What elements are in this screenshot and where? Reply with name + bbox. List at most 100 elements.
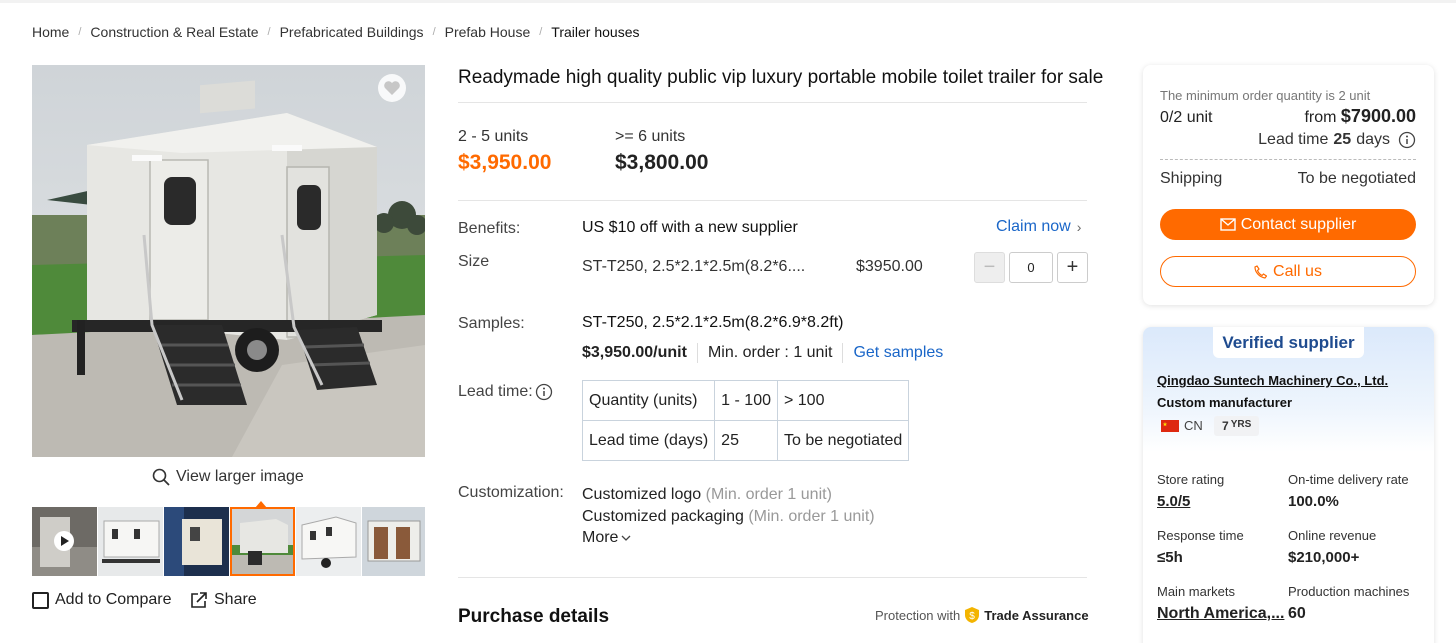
thumb-image-2: [98, 507, 163, 576]
video-thumb: [32, 507, 97, 576]
sample-row: $3,950.00/unit Min. order : 1 unit Get s…: [582, 343, 943, 363]
product-title: Readymade high quality public vip luxury…: [458, 67, 1104, 88]
thumb-image-3: [164, 507, 229, 576]
share-icon: [191, 592, 207, 608]
breadcrumb-trailer-houses: Trailer houses: [551, 24, 640, 40]
sample-min-order: Min. order : 1 unit: [707, 344, 833, 361]
size-price: $3950.00: [856, 258, 923, 275]
thumbnail-6[interactable]: [362, 507, 425, 576]
dashed-divider: [1160, 159, 1416, 160]
list-item: Customized logo (Min. order 1 unit): [582, 484, 875, 506]
main-product-image[interactable]: [32, 65, 425, 457]
stat-label: Production machines: [1288, 584, 1410, 599]
magnifier-icon: [152, 468, 170, 486]
quantity-input[interactable]: [1009, 252, 1053, 283]
stat-label: Store rating: [1157, 472, 1225, 487]
favorite-button[interactable]: [378, 74, 406, 102]
contact-label: Contact supplier: [1240, 215, 1357, 233]
share-label: Share: [214, 591, 257, 608]
store-rating-value[interactable]: 5.0/5: [1157, 493, 1190, 510]
phone-icon: [1254, 264, 1268, 279]
verified-label: Verified supplier: [1222, 332, 1355, 352]
more-label: More: [582, 529, 619, 546]
customization-label: Customization:: [458, 484, 564, 501]
breadcrumb-prefab-house[interactable]: Prefab House: [445, 24, 531, 40]
lead-suffix: days: [1356, 131, 1390, 148]
tier-1-price: $3,950.00: [458, 151, 552, 174]
share-button[interactable]: Share: [190, 591, 257, 609]
stat-label: Online revenue: [1288, 528, 1377, 543]
info-icon[interactable]: [535, 383, 553, 401]
thumbnail-4-selected[interactable]: [230, 507, 295, 576]
quantity-stepper: − +: [974, 252, 1088, 283]
custom-note: (Min. order 1 unit): [705, 486, 832, 503]
min-order-note: The minimum order quantity is 2 unit: [1160, 88, 1371, 103]
call-label: Call us: [1273, 262, 1322, 280]
table-cell: 1 - 100: [714, 380, 778, 421]
stat-label: Main markets: [1157, 584, 1236, 599]
contact-supplier-button[interactable]: Contact supplier: [1160, 209, 1416, 240]
view-larger-label: View larger image: [176, 468, 304, 485]
view-larger-button[interactable]: View larger image: [152, 468, 304, 486]
stat-value: 60: [1288, 605, 1306, 622]
thumbnail-2[interactable]: [98, 507, 163, 576]
table-cell: 25: [714, 420, 778, 461]
divider: [458, 200, 1087, 201]
claim-now-link[interactable]: Claim now ›: [996, 218, 1081, 236]
order-lead-time: Lead time 25 days: [1160, 131, 1416, 149]
supplier-name-link[interactable]: Qingdao Suntech Machinery Co., Ltd.: [1157, 373, 1388, 388]
country-code: CN: [1184, 418, 1203, 433]
info-icon[interactable]: [1398, 131, 1416, 149]
table-cell: Lead time (days): [581, 420, 716, 461]
tier-2-qty: >= 6 units: [615, 128, 686, 145]
separator: [696, 343, 698, 363]
order-from: from $7900.00: [1160, 106, 1416, 127]
svg-text:$: $: [969, 611, 975, 622]
thumbnail-3[interactable]: [164, 507, 229, 576]
divider: [458, 102, 1087, 103]
thumbnail-video[interactable]: [32, 507, 97, 576]
mail-icon: [1219, 218, 1236, 231]
breadcrumb-prefabricated[interactable]: Prefabricated Buildings: [280, 24, 424, 40]
breadcrumb-home[interactable]: Home: [32, 24, 69, 40]
call-us-button[interactable]: Call us: [1160, 256, 1416, 287]
compare-checkbox[interactable]: [32, 591, 49, 609]
stat-label: On-time delivery rate: [1288, 472, 1409, 487]
shield-icon: $: [965, 607, 980, 623]
decrement-button[interactable]: −: [974, 252, 1005, 283]
separator: [842, 343, 844, 363]
years-value: 7: [1222, 419, 1229, 433]
tier-1-qty: 2 - 5 units: [458, 128, 529, 145]
stat-value: ≤5h: [1157, 549, 1183, 566]
from-price: $7900.00: [1340, 106, 1416, 126]
sample-price: $3,950.00/unit: [582, 344, 687, 361]
breadcrumb-separator: /: [78, 26, 82, 38]
chevron-right-icon: ›: [1076, 219, 1082, 235]
table-row: Quantity (units) 1 - 100 > 100: [581, 380, 910, 421]
get-samples-link[interactable]: Get samples: [853, 344, 943, 362]
more-button[interactable]: More: [582, 529, 631, 547]
breadcrumb: Home / Construction & Real Estate / Pref…: [32, 24, 639, 40]
table-row: Lead time (days) 25 To be negotiated: [581, 420, 910, 461]
shipping-value: To be negotiated: [1297, 170, 1416, 187]
breadcrumb-separator: /: [539, 26, 543, 38]
breadcrumb-construction[interactable]: Construction & Real Estate: [90, 24, 258, 40]
from-label: from: [1304, 109, 1337, 126]
trade-assurance: Protection with $ Trade Assurance: [875, 606, 1089, 624]
main-markets-value[interactable]: North America,...: [1157, 605, 1287, 623]
supplier-country: CN: [1161, 418, 1203, 433]
lead-days: 25: [1333, 131, 1352, 148]
supplier-type: Custom manufacturer: [1157, 395, 1293, 410]
add-to-compare[interactable]: Add to Compare: [32, 591, 172, 609]
thumb-image-5: [296, 507, 361, 576]
top-divider: [0, 0, 1456, 3]
toilet-trailer-illustration: [32, 65, 425, 457]
trade-assurance-label: Trade Assurance: [984, 607, 1089, 623]
samples-value: ST-T250, 2.5*2.1*2.5m(8.2*6.9*8.2ft): [582, 314, 844, 331]
breadcrumb-separator: /: [267, 26, 271, 38]
breadcrumb-separator: /: [432, 26, 436, 38]
thumb-image-4: [230, 507, 295, 576]
heart-icon: [384, 81, 400, 95]
thumbnail-5[interactable]: [296, 507, 361, 576]
increment-button[interactable]: +: [1057, 252, 1088, 283]
